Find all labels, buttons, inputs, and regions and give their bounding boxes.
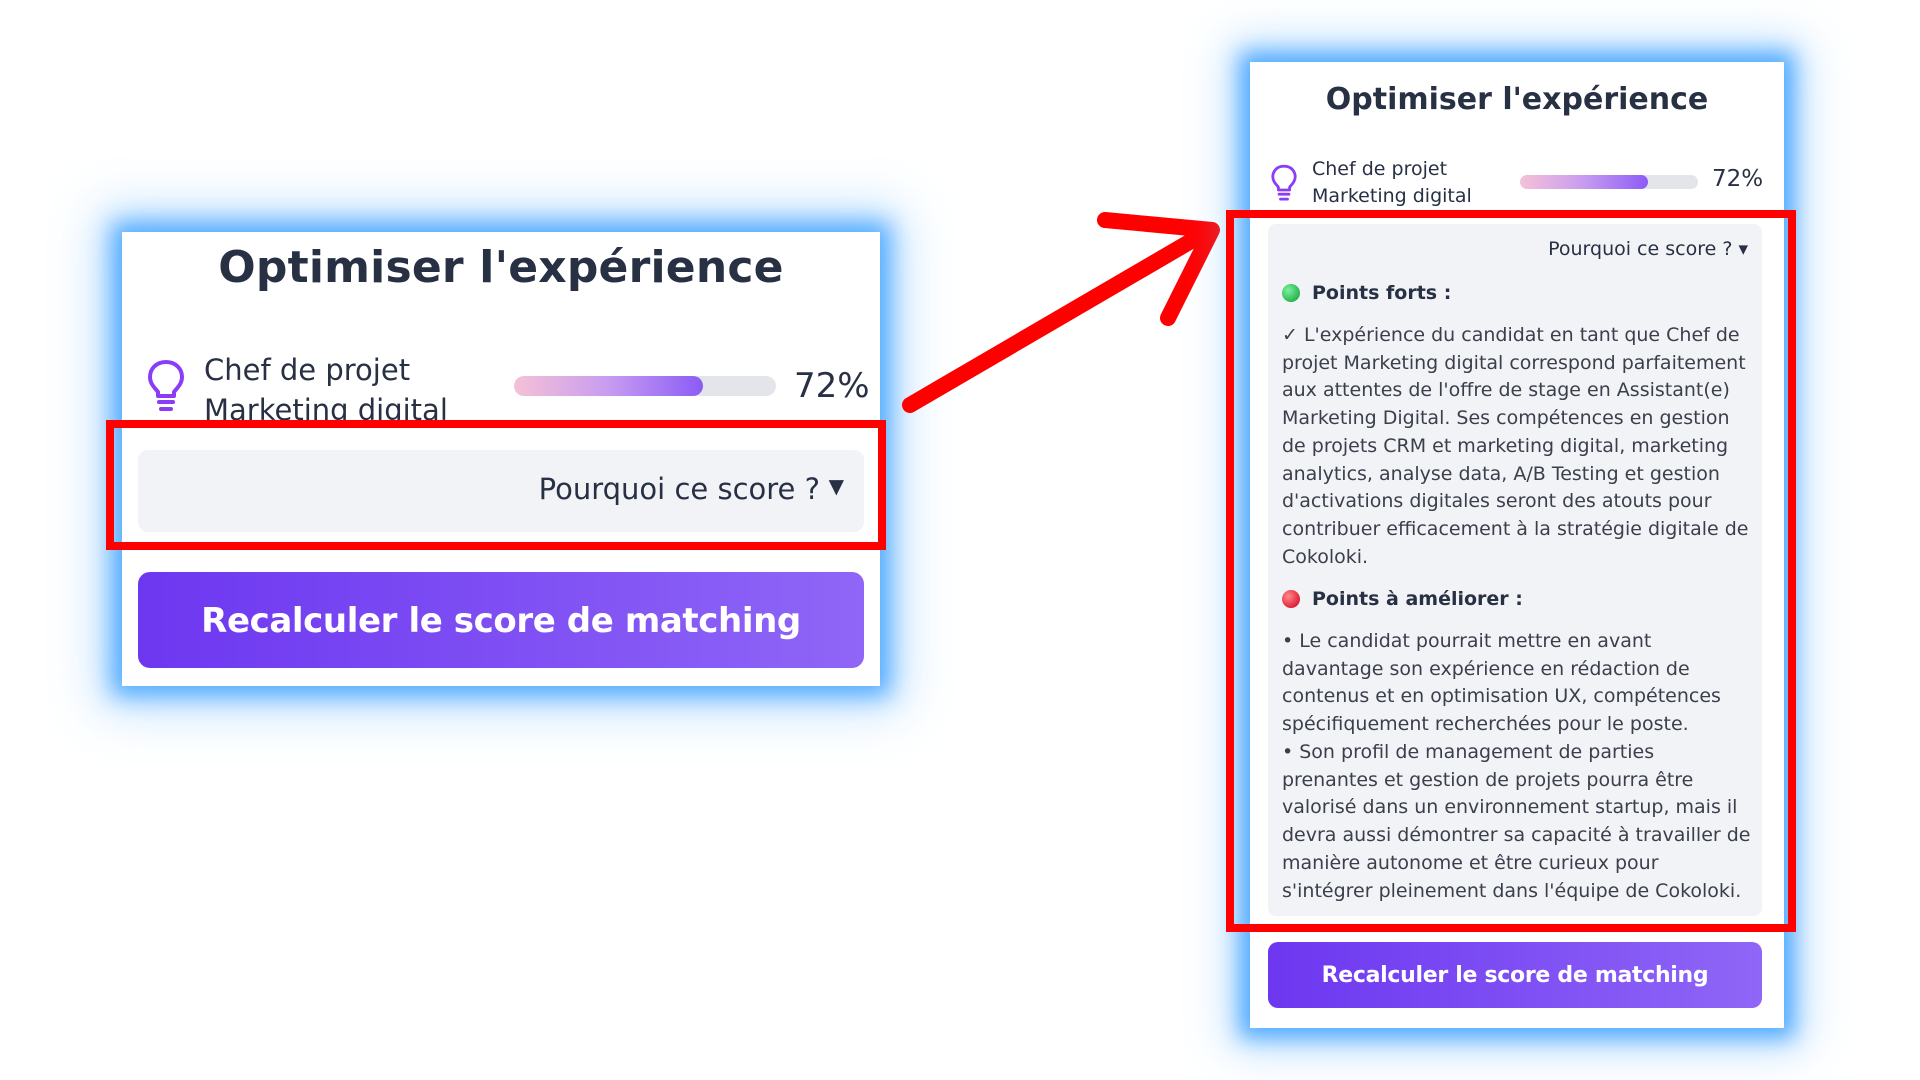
- job-title: Chef de projet Marketing digital: [1312, 158, 1472, 207]
- lightbulb-icon: [148, 360, 184, 411]
- recalculate-button[interactable]: Recalculer le score de matching: [1268, 942, 1762, 1008]
- highlight-box-expanded: [1226, 210, 1796, 932]
- card-title: Optimiser l'expérience: [218, 242, 784, 293]
- annotated-screenshot-stage: Optimiser l'expérience Chef de projet Ma…: [0, 0, 1920, 1080]
- red-arrow-annotation: [902, 212, 1220, 413]
- score-percent: 72%: [1712, 166, 1764, 192]
- score-progress-bar: [514, 376, 776, 396]
- score-progress-fill: [1520, 175, 1649, 189]
- score-percent: 72%: [794, 366, 870, 406]
- lightbulb-icon: [1271, 164, 1297, 201]
- score-progress-fill: [514, 376, 703, 396]
- highlight-box-collapsed: [106, 420, 886, 550]
- score-progress-bar: [1520, 175, 1698, 189]
- card-title: Optimiser l'expérience: [1325, 82, 1709, 117]
- recalculate-button[interactable]: Recalculer le score de matching: [138, 572, 864, 668]
- job-title: Chef de projet Marketing digital: [204, 353, 448, 424]
